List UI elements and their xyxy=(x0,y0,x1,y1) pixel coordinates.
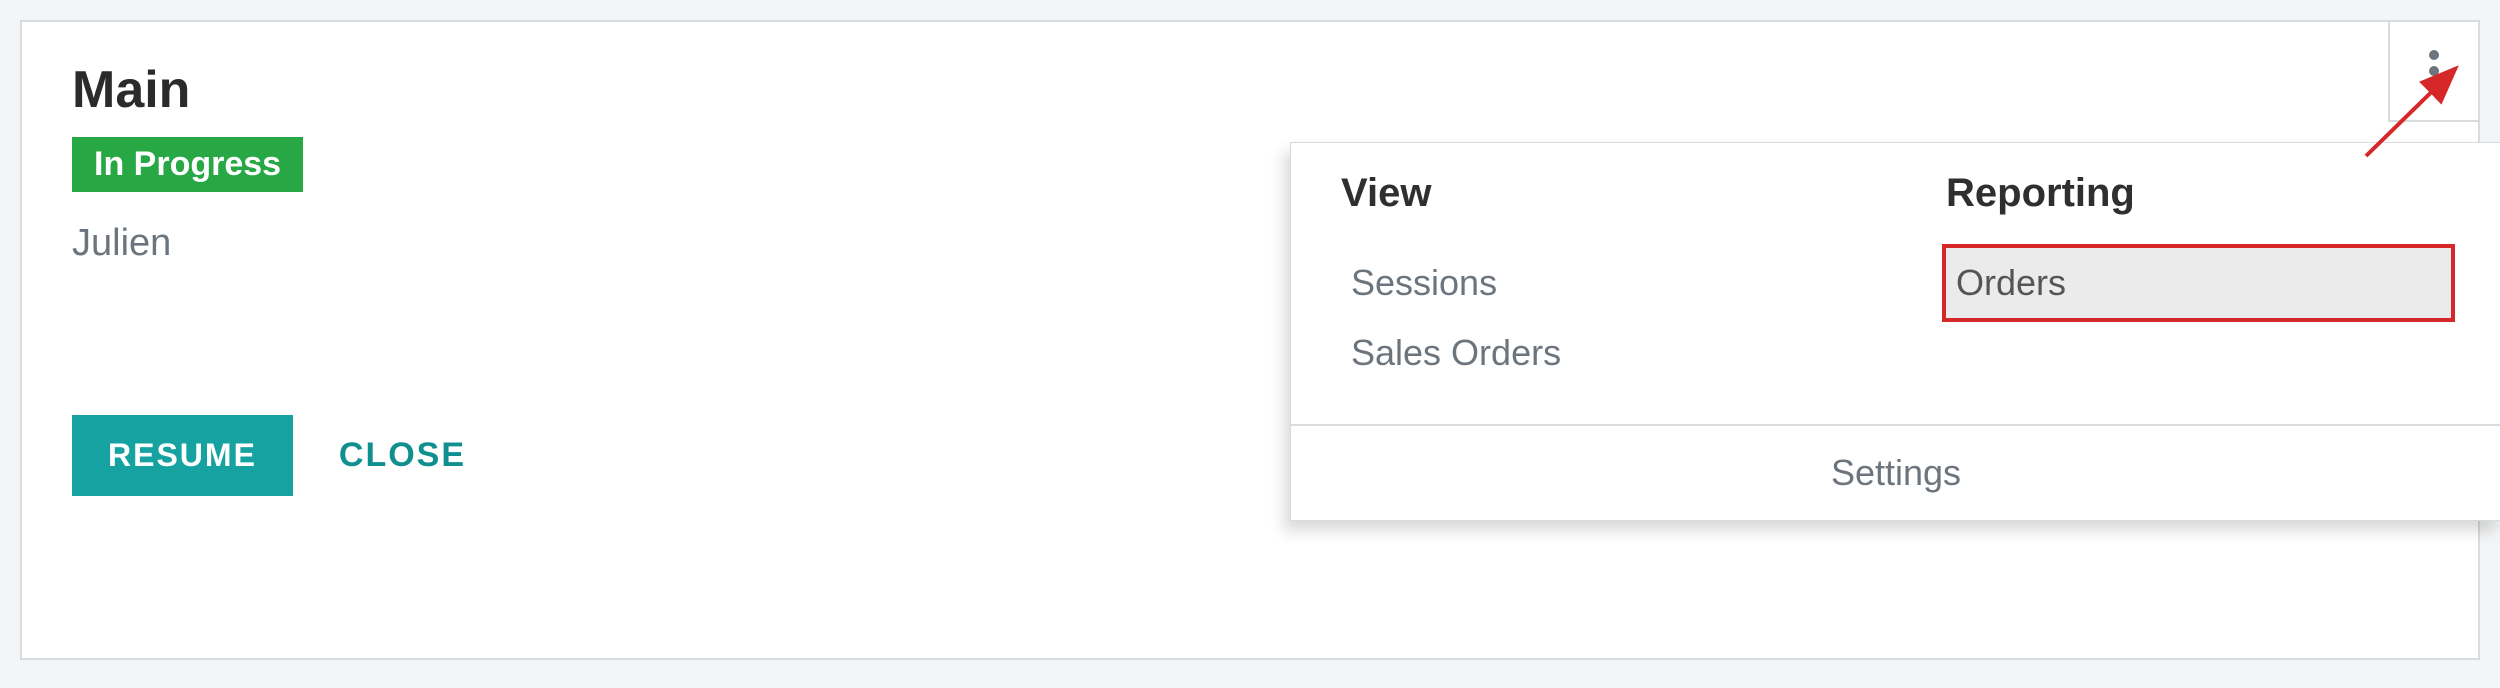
dropdown-header-view: View xyxy=(1341,171,1846,216)
session-title: Main xyxy=(72,62,2428,119)
status-badge: In Progress xyxy=(72,137,303,192)
more-menu-button[interactable] xyxy=(2388,22,2478,122)
dropdown-header-reporting: Reporting xyxy=(1946,171,2451,216)
menu-item-sales-orders[interactable]: Sales Orders xyxy=(1341,318,1846,388)
pos-session-card: Main In Progress Julien RESUME CLOSE Vie… xyxy=(20,20,2480,660)
menu-item-settings[interactable]: Settings xyxy=(1291,424,2500,520)
menu-item-sessions[interactable]: Sessions xyxy=(1341,248,1846,318)
kebab-icon xyxy=(2428,49,2440,93)
more-menu-dropdown: View Sessions Sales Orders Reporting Ord… xyxy=(1290,142,2500,521)
dropdown-columns: View Sessions Sales Orders Reporting Ord… xyxy=(1291,143,2500,424)
resume-button[interactable]: RESUME xyxy=(72,415,293,496)
dropdown-col-reporting: Reporting Orders xyxy=(1896,171,2500,388)
close-button[interactable]: CLOSE xyxy=(333,435,472,476)
dropdown-col-view: View Sessions Sales Orders xyxy=(1291,171,1896,388)
menu-item-orders[interactable]: Orders xyxy=(1942,244,2455,322)
